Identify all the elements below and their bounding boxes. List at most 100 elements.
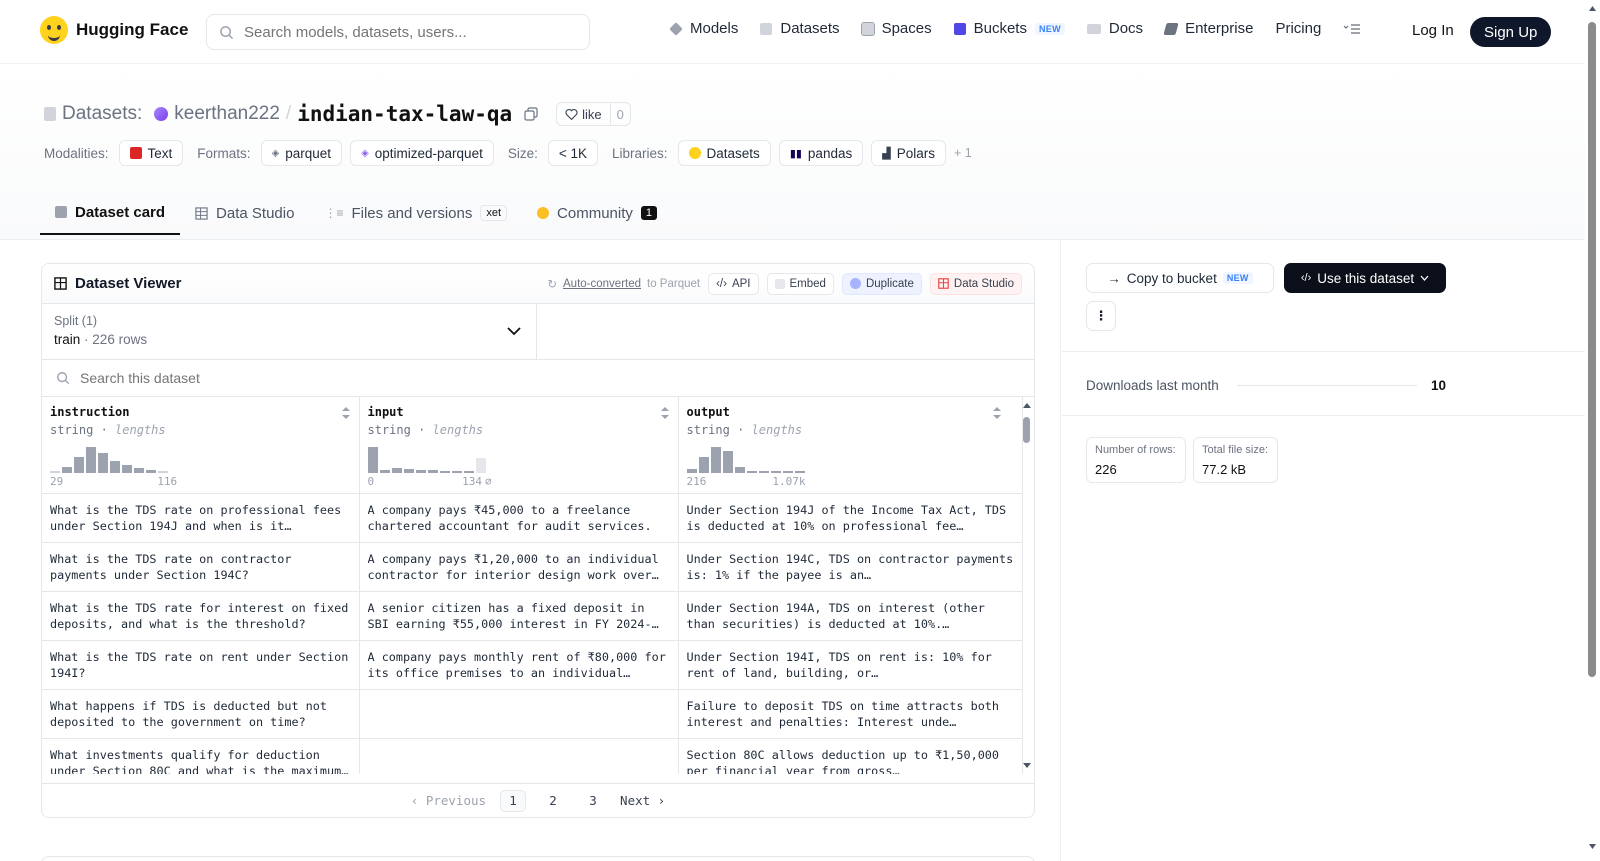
histogram-bar[interactable] [62, 467, 72, 473]
copy-icon[interactable] [524, 107, 538, 121]
table-cell[interactable]: A company pays monthly rent of ₹80,000 f… [359, 640, 679, 690]
datasets-prefix[interactable]: Datasets: [62, 103, 142, 125]
split-selector[interactable]: Split (1) train · 226 rows [42, 304, 537, 359]
tab-files[interactable]: ⋮≡ Files and versions xet [309, 191, 522, 235]
table-cell[interactable]: What is the TDS rate on professional fee… [42, 493, 360, 543]
data-studio-button[interactable]: Data Studio [929, 272, 1022, 295]
page-scroll-thumb[interactable] [1588, 22, 1596, 677]
page-2[interactable]: 2 [540, 790, 566, 812]
table-cell[interactable]: A senior citizen has a fixed deposit in … [359, 591, 679, 641]
embed-button[interactable]: Embed [766, 272, 834, 295]
table-cell[interactable]: Failure to deposit TDS on time attracts … [678, 689, 1023, 739]
scroll-up-icon[interactable] [1020, 401, 1034, 411]
histogram-bar[interactable] [134, 468, 144, 473]
nav-spaces[interactable]: Spaces [860, 20, 932, 37]
table-cell[interactable]: A company pays ₹45,000 to a freelance ch… [359, 493, 679, 543]
histogram-bar[interactable] [710, 447, 721, 473]
table-row[interactable]: What is the TDS rate on rent under Secti… [42, 640, 1023, 690]
table-cell[interactable]: Section 80C allows deduction up to ₹1,50… [678, 738, 1023, 774]
nav-models[interactable]: Models [669, 20, 738, 37]
nav-datasets[interactable]: Datasets [760, 20, 840, 37]
column-header-instruction[interactable]: instruction string · lengths 29 116 [42, 397, 360, 494]
histogram-bar[interactable] [698, 457, 709, 473]
table-row[interactable]: What is the TDS rate for interest on fix… [42, 591, 1023, 641]
table-cell[interactable]: What is the TDS rate for interest on fix… [42, 591, 360, 641]
global-search-input[interactable] [244, 23, 574, 41]
next-page-button[interactable]: Next › [620, 793, 665, 808]
histogram-bar[interactable] [427, 470, 438, 473]
tab-data-studio[interactable]: Data Studio [180, 191, 309, 235]
tag-text[interactable]: Text [118, 140, 184, 166]
table-scroll-thumb[interactable] [1023, 417, 1030, 443]
table-cell[interactable]: What investments qualify for deduction u… [42, 738, 360, 774]
duplicate-button[interactable]: Duplicate [841, 272, 922, 295]
table-cell[interactable]: Under Section 194I, TDS on rent is: 10% … [678, 640, 1023, 690]
histogram-bar[interactable] [451, 471, 462, 473]
dataset-search[interactable] [42, 360, 1034, 397]
brand-logo[interactable]: Hugging Face [40, 16, 188, 44]
histogram-bar[interactable] [746, 471, 757, 473]
page-scrollbar[interactable] [1585, 0, 1600, 861]
global-search[interactable] [206, 14, 590, 50]
dataset-search-input[interactable] [80, 370, 480, 386]
table-row[interactable]: What is the TDS rate on professional fee… [42, 493, 1023, 543]
sort-icon[interactable] [992, 406, 1002, 424]
histogram-bar[interactable] [722, 451, 733, 473]
sort-icon[interactable] [341, 406, 351, 424]
histogram-bar[interactable] [415, 470, 426, 473]
histogram-bar[interactable] [98, 453, 108, 473]
histogram-bar[interactable] [158, 471, 168, 473]
signup-button[interactable]: Sign Up [1470, 17, 1552, 47]
histogram-bar[interactable] [391, 468, 402, 473]
tag-parquet[interactable]: ◈ parquet [260, 140, 343, 166]
table-cell[interactable]: Under Section 194J of the Income Tax Act… [678, 493, 1023, 543]
tag-pandas-library[interactable]: ▮▮ pandas [778, 140, 864, 166]
tag-polars-library[interactable]: ▟ Polars [871, 140, 946, 166]
page-1[interactable]: 1 [500, 789, 527, 812]
histogram-bar[interactable] [122, 465, 132, 473]
api-button[interactable]: ‹/› API [708, 272, 759, 295]
table-cell[interactable] [359, 738, 679, 774]
copy-to-bucket-button[interactable]: → Copy to bucket NEW [1086, 263, 1274, 293]
length-histogram[interactable] [50, 441, 168, 473]
repo-name[interactable]: indian-tax-law-qa [297, 102, 512, 126]
table-cell[interactable]: What is the TDS rate on contractor payme… [42, 542, 360, 592]
nav-docs[interactable]: Docs [1086, 20, 1143, 37]
table-cell[interactable]: Under Section 194A, TDS on interest (oth… [678, 591, 1023, 641]
histogram-bar[interactable] [463, 471, 474, 473]
histogram-bar[interactable] [686, 469, 697, 473]
histogram-bar[interactable] [758, 471, 769, 473]
length-histogram[interactable] [686, 441, 805, 473]
column-header-output[interactable]: output string · lengths 216 1.07k [678, 397, 1023, 494]
table-cell[interactable] [359, 689, 679, 739]
table-cell[interactable]: What happens if TDS is deducted but not … [42, 689, 360, 739]
table-row[interactable]: What investments qualify for deduction u… [42, 738, 1023, 774]
tab-community[interactable]: Community 1 [522, 191, 672, 235]
scroll-down-icon[interactable] [1020, 760, 1034, 770]
table-row[interactable]: What is the TDS rate on contractor payme… [42, 542, 1023, 592]
scroll-down-icon[interactable] [1585, 841, 1600, 851]
previous-page-button[interactable]: ‹ Previous [411, 793, 486, 808]
like-button[interactable]: like 0 [556, 102, 631, 126]
column-header-input[interactable]: input string · lengths 0 134 ⌀ [359, 397, 679, 494]
histogram-bar[interactable] [110, 461, 120, 473]
histogram-bar[interactable] [770, 471, 781, 473]
scroll-up-icon[interactable] [1585, 4, 1600, 14]
histogram-bar[interactable] [794, 471, 805, 473]
nav-pricing[interactable]: Pricing [1275, 20, 1321, 37]
table-row[interactable]: What happens if TDS is deducted but not … [42, 689, 1023, 739]
page-3[interactable]: 3 [580, 790, 606, 812]
more-options-button[interactable]: ⋮ [1086, 301, 1116, 331]
histogram-bar[interactable] [74, 457, 84, 473]
histogram-bar[interactable] [86, 447, 96, 473]
sort-icon[interactable] [660, 406, 670, 424]
auto-converted-link[interactable]: Auto-converted [563, 278, 641, 290]
login-link[interactable]: Log In [1412, 22, 1454, 39]
histogram-bar[interactable] [782, 471, 793, 473]
histogram-bar[interactable] [50, 471, 60, 473]
histogram-bar[interactable] [379, 470, 390, 473]
use-dataset-button[interactable]: ‹/› Use this dataset [1284, 263, 1446, 293]
histogram-bar[interactable] [367, 447, 378, 473]
table-cell[interactable]: Under Section 194C, TDS on contractor pa… [678, 542, 1023, 592]
length-histogram[interactable] [367, 441, 486, 473]
